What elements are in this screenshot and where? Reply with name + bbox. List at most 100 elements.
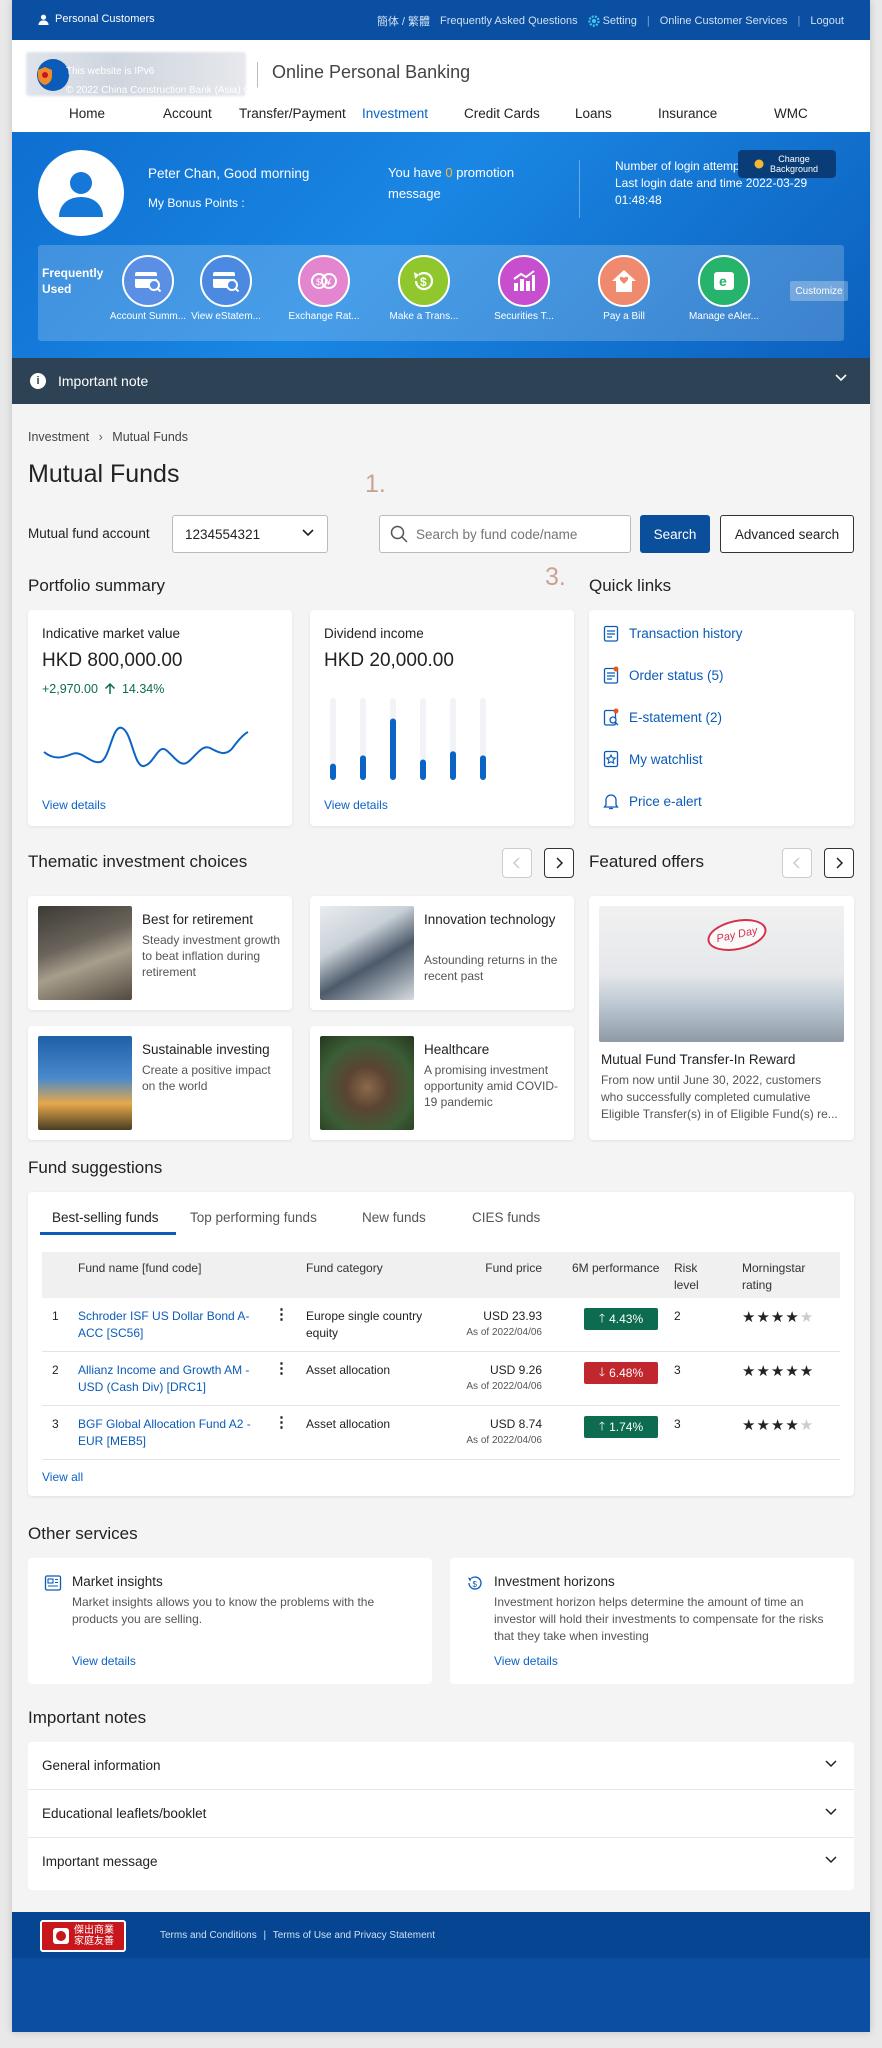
language-switch[interactable]: 簡体 / 繁體 <box>377 13 430 29</box>
theme-desc: Astounding returns in the recent past <box>424 953 558 983</box>
risk-level: 2 <box>674 1309 681 1323</box>
theme-card-retirement[interactable]: Best for retirement Steady investment gr… <box>28 896 292 1010</box>
tab-top-performing[interactable]: Top performing funds <box>190 1210 317 1225</box>
tab-new-funds[interactable]: New funds <box>362 1210 426 1225</box>
logout-link[interactable]: Logout <box>810 15 844 27</box>
nav-loans[interactable]: Loans <box>575 106 612 121</box>
nav-home[interactable]: Home <box>69 106 105 121</box>
tab-best-selling[interactable]: Best-selling funds <box>52 1210 159 1225</box>
view-all-link[interactable]: View all <box>42 1470 83 1484</box>
fund-name-link[interactable]: Schroder ISF US Dollar Bond A-ACC [SC56] <box>78 1308 268 1342</box>
exchange-rate-icon: $ ¥ <box>298 255 350 307</box>
quick-link-label: My watchlist <box>629 751 703 767</box>
arrow-up-icon: 🡑 <box>598 1418 606 1433</box>
featured-next-button[interactable] <box>824 848 854 878</box>
nav-credit-cards[interactable]: Credit Cards <box>464 106 540 121</box>
promo-count: 0 <box>445 165 453 180</box>
price-date: As of 2022/04/06 <box>466 1381 542 1392</box>
privacy-link[interactable]: Terms of Use and Privacy Statement <box>273 1930 435 1941</box>
chevron-down-icon <box>824 1852 838 1869</box>
quick-link-order-status[interactable]: Order status (5) <box>603 666 724 684</box>
quick-link-transaction-history[interactable]: Transaction history <box>603 624 743 642</box>
online-services-link[interactable]: Online Customer Services <box>660 15 788 27</box>
quick-action-securities-trading[interactable]: Securities T... <box>478 255 570 322</box>
more-options-icon[interactable]: ⋮ <box>274 1306 289 1323</box>
star-rating: ★★★★★ <box>742 1309 815 1326</box>
tab-cies-funds[interactable]: CIES funds <box>472 1210 540 1225</box>
featured-prev-button[interactable] <box>782 848 812 878</box>
more-options-icon[interactable]: ⋮ <box>274 1414 289 1431</box>
theme-card-healthcare[interactable]: Healthcare A promising investment opport… <box>310 1026 574 1140</box>
dividend-label: Dividend income <box>324 626 424 641</box>
quick-link-estatement[interactable]: E-statement (2) <box>603 708 722 726</box>
fund-price: USD 8.74 <box>489 1417 542 1431</box>
search-input[interactable] <box>416 526 606 542</box>
search-field[interactable] <box>379 515 631 553</box>
thematic-next-button[interactable] <box>544 848 574 878</box>
featured-offer-card[interactable]: Pay Day Mutual Fund Transfer-In Reward F… <box>589 896 854 1140</box>
nav-transfer-payment[interactable]: Transfer/Payment <box>239 106 346 121</box>
terms-link[interactable]: Terms and Conditions <box>160 1930 257 1941</box>
more-options-icon[interactable]: ⋮ <box>274 1360 289 1377</box>
quick-action-view-estatement[interactable]: View eStatem... <box>180 255 272 322</box>
market-insights-card[interactable]: Market insights Market insights allows y… <box>28 1558 432 1684</box>
view-details-link[interactable]: View details <box>72 1654 136 1668</box>
performance-badge: 🡑 4.43% <box>584 1308 658 1330</box>
quick-action-make-transfer[interactable]: $ Make a Trans... <box>378 255 470 322</box>
top-links: 簡体 / 繁體 Frequently Asked Questions Setti… <box>377 13 844 29</box>
promotion-message[interactable]: You have 0 promotion message <box>388 162 538 204</box>
nav-account[interactable]: Account <box>163 106 212 121</box>
gear-icon <box>587 15 600 27</box>
quick-link-watchlist[interactable]: My watchlist <box>603 750 703 768</box>
view-details-link[interactable]: View details <box>324 798 388 812</box>
svg-text:¥: ¥ <box>325 277 332 287</box>
quick-action-exchange-rate[interactable]: $ ¥ Exchange Rat... <box>278 255 370 322</box>
transfer-icon: $ <box>398 255 450 307</box>
setting-link[interactable]: Setting <box>587 15 637 27</box>
theme-card-innovation[interactable]: Innovation technology Astounding returns… <box>310 896 574 1010</box>
performance-value: 4.43% <box>609 1312 644 1326</box>
securities-icon <box>498 255 550 307</box>
column-header: Risk level <box>674 1261 699 1292</box>
nav-wmc[interactable]: WMC <box>774 106 808 121</box>
fund-name-link[interactable]: Allianz Income and Growth AM - USD (Cash… <box>78 1362 268 1396</box>
divider <box>579 160 580 218</box>
important-notes-list: General information Educational leaflets… <box>28 1742 854 1890</box>
thematic-prev-button[interactable] <box>502 848 532 878</box>
accordion-important-message[interactable]: Important message <box>28 1838 854 1886</box>
theme-card-sustainable[interactable]: Sustainable investing Create a positive … <box>28 1026 292 1140</box>
faq-link[interactable]: Frequently Asked Questions <box>440 15 578 27</box>
setting-label: Setting <box>602 15 637 27</box>
view-details-link[interactable]: View details <box>42 798 106 812</box>
view-details-link[interactable]: View details <box>494 1654 558 1668</box>
account-select[interactable]: 1234554321 <box>172 515 328 553</box>
fund-price: USD 23.93 <box>483 1309 542 1323</box>
performance-badge: 🡓 6.48% <box>584 1362 658 1384</box>
breadcrumb-investment[interactable]: Investment <box>28 430 89 444</box>
order-list-icon <box>603 666 619 684</box>
change-background-button[interactable]: Change Background <box>738 150 836 178</box>
quick-action-pay-bill[interactable]: Pay a Bill <box>578 255 670 322</box>
nav-insurance[interactable]: Insurance <box>658 106 717 121</box>
performance-value: 1.74% <box>609 1420 644 1434</box>
fund-name-link[interactable]: BGF Global Allocation Fund A2 - EUR [MEB… <box>78 1416 268 1450</box>
divider: | <box>646 15 650 27</box>
accordion-educational-leaflets[interactable]: Educational leaflets/booklet <box>28 1790 854 1838</box>
important-note-bar[interactable]: i Important note <box>12 358 870 404</box>
column-header: 6M performance <box>572 1261 660 1275</box>
personal-customers-link[interactable]: Personal Customers <box>38 13 155 25</box>
avatar[interactable] <box>38 150 124 236</box>
promo-prefix: You have <box>388 165 442 180</box>
dividend-bar <box>450 751 456 780</box>
customize-button[interactable]: Customize <box>790 281 848 301</box>
advanced-search-button[interactable]: Advanced search <box>720 515 854 553</box>
search-button[interactable]: Search <box>640 515 710 553</box>
nav-investment[interactable]: Investment <box>362 106 428 121</box>
quick-link-price-ealert[interactable]: Price e-alert <box>603 792 702 810</box>
risk-level: 3 <box>674 1417 681 1431</box>
quick-action-manage-ealert[interactable]: e Manage eAler... <box>678 255 770 322</box>
accordion-general-information[interactable]: General information <box>28 1742 854 1790</box>
investment-horizons-card[interactable]: $ Investment horizons Investment horizon… <box>450 1558 854 1684</box>
market-change: +2,970.00 14.34% <box>42 682 164 696</box>
personal-customers-label: Personal Customers <box>55 13 155 25</box>
